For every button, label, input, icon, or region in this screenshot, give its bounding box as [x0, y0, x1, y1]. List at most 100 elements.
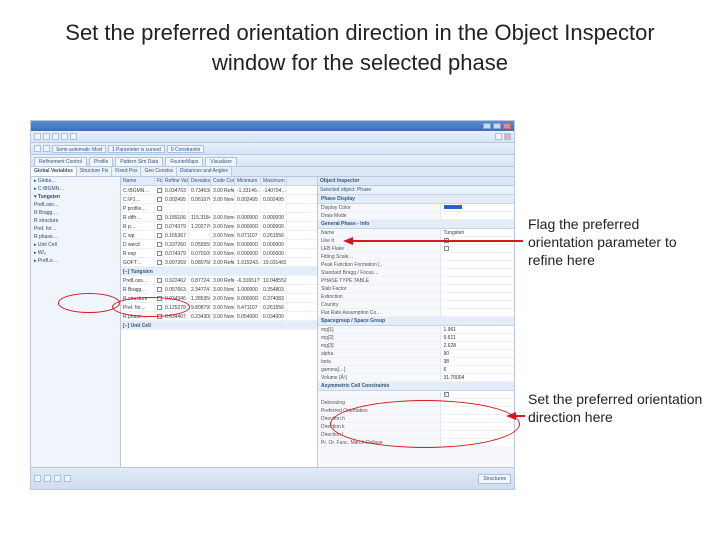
grid-row[interactable]: GOFT… 3.097269 0.080768 3.00 Refine 1.91… — [121, 258, 317, 267]
footer-icon[interactable] — [54, 475, 61, 482]
run-icon[interactable] — [34, 145, 41, 152]
grid-row[interactable]: R phase… 0.634407 0.234306 3.00 None 0.0… — [121, 312, 317, 321]
tree-item[interactable]: ▸ Globa… — [31, 177, 120, 185]
grid-row[interactable]: R diffr… 0.189106 115.3184 3.00 None 0.0… — [121, 213, 317, 222]
cell-min[interactable]: 0.471107 — [235, 303, 261, 311]
cell-max[interactable]: 0.000000 — [261, 249, 287, 257]
mode-dropdown[interactable]: Semi-automatic Mod — [52, 145, 106, 153]
cell-name[interactable]: Pref. for… — [121, 303, 155, 311]
cell-min[interactable]: 1.915243… — [235, 258, 261, 266]
cell-code[interactable]: 3.00 None — [211, 231, 235, 239]
cell-refval[interactable]: 0.057663 — [163, 285, 189, 293]
cell-fix[interactable] — [155, 249, 163, 257]
tree-item[interactable]: ▸ PrefLo… — [31, 257, 120, 265]
cell-code[interactable]: 3.00 Refine — [211, 276, 235, 284]
save-icon[interactable] — [52, 133, 59, 140]
cell-max[interactable]: 0.002495 — [261, 195, 287, 203]
subtab-global[interactable]: Global Variables — [31, 167, 77, 176]
lebail-value[interactable] — [440, 245, 514, 252]
cell-dev[interactable]: 0.070109 — [189, 249, 211, 257]
cell-code[interactable]: 3.00 None — [211, 222, 235, 230]
cell-max[interactable]: 0.000000 — [261, 240, 287, 248]
cell-code[interactable]: 3.00 None — [211, 312, 235, 320]
asym-fix-value[interactable] — [440, 391, 514, 398]
cell-dev[interactable]: 1.202776 — [189, 222, 211, 230]
cell-fix[interactable] — [155, 231, 163, 239]
stop-icon[interactable] — [43, 145, 50, 152]
cell-min[interactable]: -6.316517… — [235, 276, 261, 284]
cell-refval[interactable]: 3.097269 — [163, 258, 189, 266]
cell-refval[interactable]: 0.337260 — [163, 240, 189, 248]
grid-row[interactable]: PrefLoss… 0.922462 0.877243 3.00 Refine … — [121, 276, 317, 285]
cell-refval[interactable]: 0.922462 — [163, 276, 189, 284]
sec-spacegroup[interactable]: Spacegroup / Space Group — [318, 317, 514, 326]
checkbox-icon[interactable] — [157, 215, 162, 220]
cell-min[interactable]: 0.071107 — [235, 231, 261, 239]
grid-row[interactable]: R p… 0.074379 1.202776 3.00 None 0.00000… — [121, 222, 317, 231]
fitting-value[interactable] — [440, 253, 514, 260]
checkbox-icon[interactable] — [157, 206, 162, 211]
grid-row[interactable]: C:\BGMN… 0.034763 0.734638 3.00 Refine -… — [121, 186, 317, 195]
tab-visualizer[interactable]: Visualizer — [205, 157, 237, 166]
cell-code[interactable]: 3.00 None — [211, 303, 235, 311]
cell-min[interactable]: 0.000000 — [235, 249, 261, 257]
cell-fix[interactable] — [155, 312, 163, 320]
help-icon[interactable] — [495, 133, 502, 140]
footer-icon[interactable] — [64, 475, 71, 482]
checkbox-icon[interactable] — [444, 246, 449, 251]
cell-code[interactable]: 3.00 None — [211, 294, 235, 302]
ext-value[interactable] — [440, 293, 514, 300]
alpha-value[interactable]: 90 — [440, 350, 514, 357]
tree-item[interactable]: PrefLoss… — [31, 201, 120, 209]
checkbox-icon[interactable] — [157, 314, 162, 319]
cell-name[interactable]: R phase… — [121, 312, 155, 320]
cell-max[interactable]: 10.048552 — [261, 276, 287, 284]
checkbox-icon[interactable] — [157, 224, 162, 229]
cell-fix[interactable] — [155, 258, 163, 266]
subtab-distang[interactable]: Distances and Angles — [177, 167, 232, 176]
max-button[interactable] — [493, 123, 501, 129]
cell-dev[interactable] — [189, 204, 211, 212]
sec-info[interactable]: General Phase - Info — [318, 220, 514, 229]
cell-refval[interactable]: 0.074379 — [163, 249, 189, 257]
cell-code[interactable]: 3.00 None — [211, 213, 235, 221]
cell-dev[interactable]: 9.808795 — [189, 303, 211, 311]
draw-mode-value[interactable] — [440, 212, 514, 219]
grid-row[interactable]: P profile… — [121, 204, 317, 213]
slab-value[interactable] — [440, 285, 514, 292]
checkbox-icon[interactable] — [157, 188, 162, 193]
cell-refval[interactable]: 0.034763 — [163, 186, 189, 194]
grid-row[interactable]: R Bragg… 0.057663 2.347741 3.00 None 1.0… — [121, 285, 317, 294]
cell-fix[interactable] — [155, 195, 163, 203]
cell-dev[interactable]: 115.3184 — [189, 213, 211, 221]
cell-code[interactable]: 3.00 None — [211, 195, 235, 203]
tree-item[interactable]: R phase… — [31, 233, 120, 241]
col-dev[interactable]: Deviation — [189, 177, 211, 185]
cell-dev[interactable]: 0.734638 — [189, 186, 211, 194]
checkbox-icon[interactable] — [157, 260, 162, 265]
min-button[interactable] — [483, 123, 491, 129]
constraint-status[interactable]: 0 Constraints — [167, 145, 204, 153]
cell-code[interactable] — [211, 204, 235, 212]
tree-item[interactable]: R Bragg… — [31, 209, 120, 217]
cell-fix[interactable] — [155, 240, 163, 248]
cell-name[interactable]: R exp — [121, 249, 155, 257]
cell-min[interactable]: 0.002495 — [235, 195, 261, 203]
redo-icon[interactable] — [70, 133, 77, 140]
cell-dev[interactable]: 0.234306 — [189, 312, 211, 320]
cell-code[interactable]: 3.00 Refine — [211, 258, 235, 266]
cell-max[interactable]: 0.034000 — [261, 312, 287, 320]
peak-value[interactable] — [440, 261, 514, 268]
grid-row[interactable]: R structure 0.034346 1.285356 3.00 None … — [121, 294, 317, 303]
cell-refval[interactable]: 0.125278 — [163, 303, 189, 311]
cell-dev[interactable] — [189, 231, 211, 239]
dir-h-value[interactable] — [440, 415, 514, 422]
cell-fix[interactable] — [155, 204, 163, 212]
sec-asym[interactable]: Asymmetric Cell Constraints — [318, 382, 514, 391]
col-name[interactable]: Name — [121, 177, 155, 185]
cell-max[interactable]: 0.000000 — [261, 222, 287, 230]
checkbox-icon[interactable] — [157, 278, 162, 283]
cell-fix[interactable] — [155, 276, 163, 284]
col-fix[interactable]: Fix — [155, 177, 163, 185]
name-value[interactable]: Tungsten — [440, 229, 514, 236]
